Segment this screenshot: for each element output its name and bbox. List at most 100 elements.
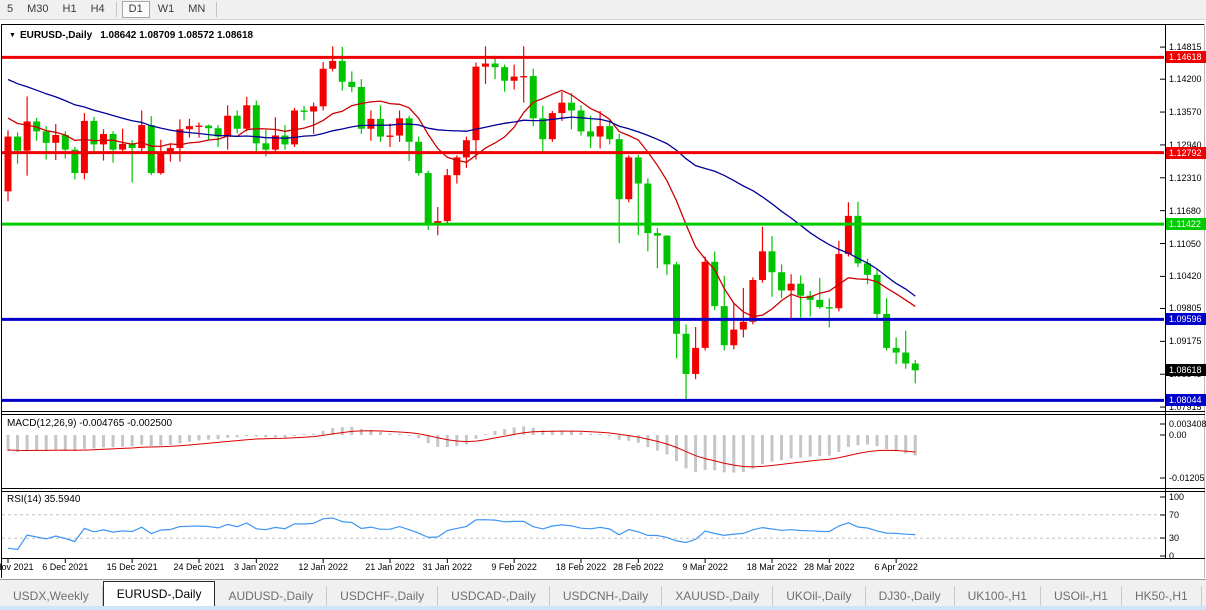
macd-histogram-bar: [188, 435, 191, 442]
rsi-tick-label: 70: [1169, 510, 1179, 520]
candle-body: [81, 121, 88, 173]
tab-ukoil-daily[interactable]: UKOil-,Daily: [773, 586, 865, 607]
macd-histogram-bar: [503, 429, 506, 435]
macd-histogram-bar: [16, 435, 19, 452]
tab-usdchf-daily[interactable]: USDCHF-,Daily: [327, 586, 438, 607]
chevron-down-icon[interactable]: ▼: [9, 32, 16, 39]
macd-histogram-bar: [73, 435, 76, 451]
rsi-tick-label: 30: [1169, 533, 1179, 543]
macd-histogram-bar: [398, 434, 401, 435]
candle-body: [501, 67, 508, 81]
candle-body: [43, 131, 50, 142]
macd-histogram-bar: [360, 429, 363, 435]
candle-body: [320, 69, 327, 107]
macd-histogram-bar: [608, 435, 611, 436]
candle-body: [157, 152, 164, 173]
macd-histogram-bar: [303, 434, 306, 435]
macd-tick-label: 0.00: [1169, 430, 1187, 440]
main-macd-splitter-b: [1, 414, 1205, 415]
candle-body: [578, 110, 585, 131]
macd-histogram-bar: [341, 427, 344, 435]
macd-histogram-bar: [236, 435, 239, 437]
tab-uk100-h1[interactable]: UK100-,H1: [955, 586, 1041, 607]
macd-histogram-bar: [713, 435, 716, 470]
macd-histogram-bar: [226, 435, 229, 438]
rsi-indicator-label: RSI(14) 35.5940: [7, 494, 80, 505]
macd-histogram-bar: [494, 431, 497, 435]
main-macd-splitter-a: [1, 411, 1205, 412]
tab-dj30-daily[interactable]: DJ30-,Daily: [866, 586, 955, 607]
candle-body: [138, 125, 145, 148]
macd-histogram-bar: [618, 435, 621, 440]
candle-body: [367, 119, 374, 129]
candle-body: [463, 140, 470, 157]
price-level-tag: 1.14618: [1166, 51, 1206, 63]
candle-body: [511, 77, 518, 81]
price-chart-canvas[interactable]: [0, 0, 1206, 610]
macd-histogram-bar: [169, 435, 172, 445]
tab-scroll-arrows: ◄►: [1202, 580, 1206, 607]
macd-histogram-bar: [799, 435, 802, 457]
macd-histogram-bar: [312, 434, 315, 435]
candle-body: [310, 106, 317, 111]
macd-histogram-bar: [274, 435, 277, 437]
candle-body: [243, 105, 250, 128]
candle-body: [692, 348, 699, 374]
macd-histogram-bar: [198, 435, 201, 441]
tab-usdcnh-daily[interactable]: USDCNH-,Daily: [550, 586, 662, 607]
tab-usoil-h1[interactable]: USOil-,H1: [1041, 586, 1122, 607]
candle-body: [62, 135, 69, 150]
macd-histogram-bar: [389, 434, 392, 435]
macd-histogram-bar: [484, 434, 487, 435]
macd-histogram-bar: [178, 435, 181, 443]
date-tick-label: 9 Feb 2022: [491, 562, 537, 572]
macd-histogram-bar: [876, 435, 879, 446]
candle-body: [558, 103, 565, 113]
tab-hk50-h1[interactable]: HK50-,H1: [1122, 586, 1202, 607]
candle-body: [549, 113, 556, 139]
tab-usdcad-daily[interactable]: USDCAD-,Daily: [438, 586, 550, 607]
price-tick-label: 1.13570: [1169, 107, 1202, 117]
tab-eurusd-daily[interactable]: EURUSD-,Daily: [103, 581, 216, 607]
candle-body: [902, 353, 909, 364]
tab-audusd-daily[interactable]: AUDUSD-,Daily: [215, 586, 327, 607]
chart-window-right-border: [1204, 24, 1205, 578]
macd-histogram-bar: [217, 435, 220, 439]
candle-body: [606, 126, 613, 139]
candle-body: [148, 125, 155, 173]
candle-body: [186, 126, 193, 129]
price-tick-label: 1.14200: [1169, 74, 1202, 84]
macd-histogram-bar: [322, 431, 325, 435]
macd-histogram-bar: [771, 435, 774, 462]
macd-histogram-bar: [541, 430, 544, 435]
tab-usdx-weekly[interactable]: USDX,Weekly: [0, 586, 103, 607]
macd-histogram-bar: [45, 435, 48, 450]
candle-body: [281, 136, 288, 145]
macd-rsi-splitter-a: [1, 488, 1205, 489]
macd-values: -0.004765 -0.002500: [79, 418, 172, 429]
date-tick-label: 12 Jan 2022: [298, 562, 348, 572]
macd-histogram-bar: [112, 435, 115, 447]
macd-indicator-label: MACD(12,26,9) -0.004765 -0.002500: [7, 418, 172, 429]
candle-body: [444, 175, 451, 221]
candle-body: [262, 143, 269, 149]
candle-body: [234, 116, 241, 129]
candle-body: [291, 110, 298, 144]
candle-body: [625, 157, 632, 199]
candle-body: [52, 135, 59, 143]
macd-histogram-bar: [408, 435, 411, 436]
tab-xauusd-daily[interactable]: XAUUSD-,Daily: [662, 586, 773, 607]
macd-histogram-bar: [828, 435, 831, 456]
candle-body: [835, 254, 842, 308]
symbol-tab-bar: USDX,WeeklyEURUSD-,DailyAUDUSD-,DailyUSD…: [0, 579, 1206, 607]
candle-body: [759, 251, 766, 280]
candle-body: [797, 284, 804, 296]
candle-body: [482, 64, 489, 67]
macd-histogram-bar: [818, 435, 821, 456]
candle-body: [396, 118, 403, 135]
candle-body: [587, 131, 594, 136]
tab-scroll-left-icon[interactable]: ◄: [1202, 589, 1206, 598]
candle-body: [100, 134, 107, 144]
macd-title: MACD(12,26,9): [7, 418, 76, 429]
macd-histogram-bar: [723, 435, 726, 472]
